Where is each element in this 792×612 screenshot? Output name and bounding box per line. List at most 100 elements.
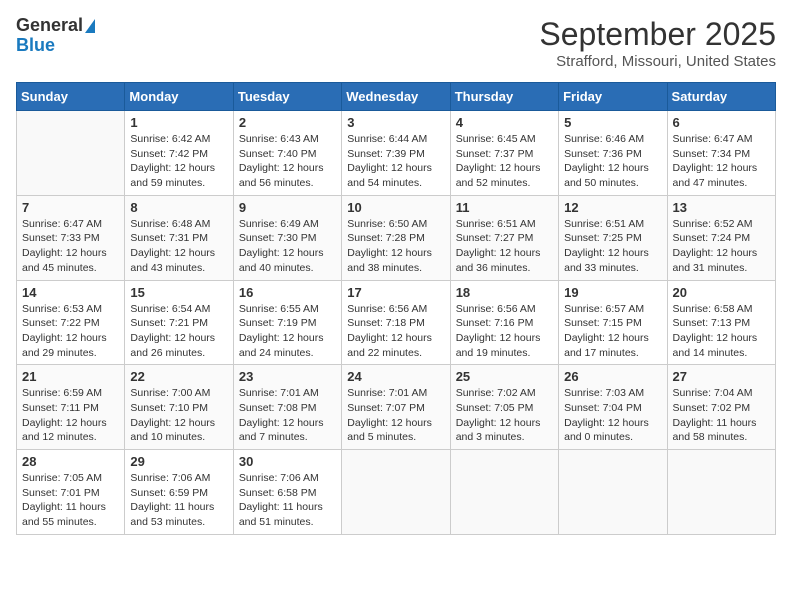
day-info: Sunrise: 7:02 AMSunset: 7:05 PMDaylight:… (456, 386, 553, 445)
day-number: 20 (673, 285, 770, 300)
day-number: 15 (130, 285, 227, 300)
day-number: 30 (239, 454, 336, 469)
calendar-table: SundayMondayTuesdayWednesdayThursdayFrid… (16, 82, 776, 535)
calendar-day-cell: 5Sunrise: 6:46 AMSunset: 7:36 PMDaylight… (559, 111, 667, 196)
day-info: Sunrise: 7:06 AMSunset: 6:59 PMDaylight:… (130, 471, 227, 530)
day-number: 3 (347, 115, 444, 130)
day-number: 27 (673, 369, 770, 384)
day-number: 23 (239, 369, 336, 384)
calendar-day-cell: 1 Sunrise: 6:42 AMSunset: 7:42 PMDaylight… (125, 111, 233, 196)
day-number: 29 (130, 454, 227, 469)
day-number: 10 (347, 200, 444, 215)
title-area: September 2025 Strafford, Missouri, Unit… (539, 16, 776, 70)
day-number: 18 (456, 285, 553, 300)
day-info: Sunrise: 6:48 AMSunset: 7:31 PMDaylight:… (130, 217, 227, 276)
location: Strafford, Missouri, United States (539, 53, 776, 70)
day-info: Sunrise: 7:06 AMSunset: 6:58 PMDaylight:… (239, 471, 336, 530)
calendar-day-cell: 27 Sunrise: 7:04 AMSunset: 7:02 PMDayligh… (667, 365, 775, 450)
day-info: Sunrise: 7:04 AMSunset: 7:02 PMDaylight:… (673, 386, 770, 445)
logo-icon (85, 19, 95, 33)
day-info: Sunrise: 6:51 AMSunset: 7:27 PMDaylight:… (456, 217, 553, 276)
calendar-day-cell (559, 450, 667, 535)
day-number: 1 (130, 115, 227, 130)
calendar-day-cell (17, 111, 125, 196)
calendar-day-cell (342, 450, 450, 535)
day-number: 17 (347, 285, 444, 300)
day-number: 6 (673, 115, 770, 130)
day-info: Sunrise: 6:43 AMSunset: 7:40 PMDaylight:… (239, 132, 336, 191)
calendar-day-cell: 12Sunrise: 6:51 AMSunset: 7:25 PMDayligh… (559, 195, 667, 280)
calendar-day-cell: 22Sunrise: 7:00 AMSunset: 7:10 PMDayligh… (125, 365, 233, 450)
calendar-day-cell: 14Sunrise: 6:53 AMSunset: 7:22 PMDayligh… (17, 280, 125, 365)
day-info: Sunrise: 6:56 AMSunset: 7:16 PMDaylight:… (456, 302, 553, 361)
calendar-day-cell: 20 Sunrise: 6:58 AMSunset: 7:13 PMDayligh… (667, 280, 775, 365)
day-info: Sunrise: 6:50 AMSunset: 7:28 PMDaylight:… (347, 217, 444, 276)
day-info: Sunrise: 6:45 AMSunset: 7:37 PMDaylight:… (456, 132, 553, 191)
calendar-day-cell: 16 Sunrise: 6:55 AMSunset: 7:19 PMDayligh… (233, 280, 341, 365)
calendar-day-cell: 4 Sunrise: 6:45 AMSunset: 7:37 PMDaylight… (450, 111, 558, 196)
day-number: 16 (239, 285, 336, 300)
calendar-header-cell: Tuesday (233, 83, 341, 111)
month-title: September 2025 (539, 16, 776, 53)
calendar-day-cell: 23 Sunrise: 7:01 AMSunset: 7:08 PMDayligh… (233, 365, 341, 450)
day-info: Sunrise: 7:03 AMSunset: 7:04 PMDaylight:… (564, 386, 661, 445)
logo: General Blue (16, 16, 95, 56)
calendar-header-row: SundayMondayTuesdayWednesdayThursdayFrid… (17, 83, 776, 111)
calendar-day-cell: 10 Sunrise: 6:50 AMSunset: 7:28 PMDayligh… (342, 195, 450, 280)
calendar-day-cell: 21 Sunrise: 6:59 AMSunset: 7:11 PMDayligh… (17, 365, 125, 450)
day-info: Sunrise: 7:05 AMSunset: 7:01 PMDaylight:… (22, 471, 119, 530)
calendar-header-cell: Friday (559, 83, 667, 111)
day-info: Sunrise: 6:54 AMSunset: 7:21 PMDaylight:… (130, 302, 227, 361)
day-info: Sunrise: 6:42 AMSunset: 7:42 PMDaylight:… (130, 132, 227, 191)
day-info: Sunrise: 6:46 AMSunset: 7:36 PMDaylight:… (564, 132, 661, 191)
day-info: Sunrise: 6:49 AMSunset: 7:30 PMDaylight:… (239, 217, 336, 276)
calendar-day-cell: 2 Sunrise: 6:43 AMSunset: 7:40 PMDaylight… (233, 111, 341, 196)
calendar-day-cell (667, 450, 775, 535)
logo-blue: Blue (16, 36, 55, 56)
header: General Blue September 2025 Strafford, M… (16, 16, 776, 70)
day-number: 11 (456, 200, 553, 215)
day-number: 4 (456, 115, 553, 130)
calendar-header-cell: Sunday (17, 83, 125, 111)
day-info: Sunrise: 6:51 AMSunset: 7:25 PMDaylight:… (564, 217, 661, 276)
calendar-header-cell: Monday (125, 83, 233, 111)
calendar-day-cell: 13Sunrise: 6:52 AMSunset: 7:24 PMDayligh… (667, 195, 775, 280)
calendar-day-cell: 11 Sunrise: 6:51 AMSunset: 7:27 PMDayligh… (450, 195, 558, 280)
calendar-day-cell: 3Sunrise: 6:44 AMSunset: 7:39 PMDaylight… (342, 111, 450, 196)
calendar-day-cell: 25 Sunrise: 7:02 AMSunset: 7:05 PMDayligh… (450, 365, 558, 450)
day-number: 26 (564, 369, 661, 384)
day-info: Sunrise: 6:47 AMSunset: 7:34 PMDaylight:… (673, 132, 770, 191)
day-info: Sunrise: 6:47 AMSunset: 7:33 PMDaylight:… (22, 217, 119, 276)
day-number: 14 (22, 285, 119, 300)
day-number: 2 (239, 115, 336, 130)
day-number: 25 (456, 369, 553, 384)
calendar-week-row: 21 Sunrise: 6:59 AMSunset: 7:11 PMDayligh… (17, 365, 776, 450)
calendar-day-cell: 8 Sunrise: 6:48 AMSunset: 7:31 PMDaylight… (125, 195, 233, 280)
day-info: Sunrise: 7:00 AMSunset: 7:10 PMDaylight:… (130, 386, 227, 445)
calendar-day-cell: 26 Sunrise: 7:03 AMSunset: 7:04 PMDayligh… (559, 365, 667, 450)
logo-general: General (16, 16, 83, 36)
day-number: 8 (130, 200, 227, 215)
day-info: Sunrise: 6:59 AMSunset: 7:11 PMDaylight:… (22, 386, 119, 445)
day-number: 19 (564, 285, 661, 300)
calendar-body: 1 Sunrise: 6:42 AMSunset: 7:42 PMDaylight… (17, 111, 776, 535)
calendar-day-cell: 15 Sunrise: 6:54 AMSunset: 7:21 PMDayligh… (125, 280, 233, 365)
calendar-day-cell: 19Sunrise: 6:57 AMSunset: 7:15 PMDayligh… (559, 280, 667, 365)
day-info: Sunrise: 6:52 AMSunset: 7:24 PMDaylight:… (673, 217, 770, 276)
calendar-day-cell: 24Sunrise: 7:01 AMSunset: 7:07 PMDayligh… (342, 365, 450, 450)
calendar-header-cell: Thursday (450, 83, 558, 111)
calendar-day-cell: 6 Sunrise: 6:47 AMSunset: 7:34 PMDaylight… (667, 111, 775, 196)
day-info: Sunrise: 6:55 AMSunset: 7:19 PMDaylight:… (239, 302, 336, 361)
calendar-day-cell: 28 Sunrise: 7:05 AMSunset: 7:01 PMDayligh… (17, 450, 125, 535)
calendar-day-cell (450, 450, 558, 535)
day-info: Sunrise: 6:58 AMSunset: 7:13 PMDaylight:… (673, 302, 770, 361)
calendar-week-row: 28 Sunrise: 7:05 AMSunset: 7:01 PMDayligh… (17, 450, 776, 535)
calendar-header-cell: Wednesday (342, 83, 450, 111)
calendar-day-cell: 18 Sunrise: 6:56 AMSunset: 7:16 PMDayligh… (450, 280, 558, 365)
calendar-header-cell: Saturday (667, 83, 775, 111)
day-number: 21 (22, 369, 119, 384)
calendar-day-cell: 9Sunrise: 6:49 AMSunset: 7:30 PMDaylight… (233, 195, 341, 280)
day-info: Sunrise: 7:01 AMSunset: 7:08 PMDaylight:… (239, 386, 336, 445)
calendar-day-cell: 17Sunrise: 6:56 AMSunset: 7:18 PMDayligh… (342, 280, 450, 365)
day-number: 28 (22, 454, 119, 469)
